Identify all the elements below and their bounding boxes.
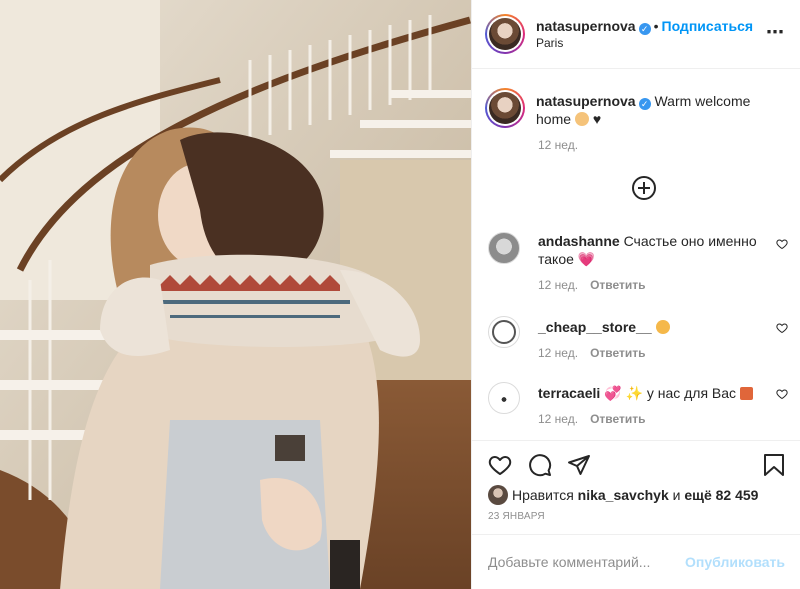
caption-text-block: natasupernova ✓ Warm welcome home ♥ [536, 92, 776, 128]
comment-input[interactable]: Добавьте комментарий... [488, 554, 650, 570]
author-avatar[interactable] [485, 14, 525, 54]
comment-item: andashanne Счастье оно именно такое 💗 12… [488, 232, 788, 292]
like-heart-icon[interactable] [488, 453, 512, 477]
comment-timestamp[interactable]: 12 нед. [538, 412, 578, 426]
sparkles-emoji-icon: ✨ [625, 385, 643, 401]
heart-eyes-emoji-icon [655, 320, 670, 334]
load-more-comments-plus-icon[interactable] [632, 176, 656, 200]
comment-body: _cheap__store__ [538, 318, 768, 336]
gem-heart-emoji-icon: 💞 [604, 385, 622, 401]
post-date[interactable]: 23 ЯНВАРЯ [488, 511, 545, 522]
separator-dot: • [653, 18, 659, 34]
verified-badge-icon: ✓ [638, 23, 651, 35]
likes-count[interactable]: ещё 82 459 [684, 487, 758, 503]
liker-username[interactable]: nika_savchyk [578, 487, 669, 503]
comment-body: terracaeli 💞 ✨ у нас для Вас [538, 384, 768, 402]
comment-username[interactable]: terracaeli [538, 385, 600, 401]
caption-author-avatar[interactable] [485, 88, 525, 128]
comment-item: _cheap__store__ 12 нед. Ответить [488, 316, 788, 376]
like-comment-heart-icon[interactable] [776, 322, 788, 334]
comment-bubble-icon[interactable] [528, 453, 552, 477]
post-photo-illustration [0, 0, 471, 589]
caption-timestamp[interactable]: 12 нед. [538, 138, 578, 152]
comment-timestamp[interactable]: 12 нед. [538, 278, 578, 292]
reply-button[interactable]: Ответить [590, 278, 645, 292]
comment-body: andashanne Счастье оно именно такое 💗 [538, 232, 768, 268]
reply-button[interactable]: Ответить [590, 412, 645, 426]
caption-username[interactable]: natasupernova [536, 93, 636, 109]
comment-username[interactable]: andashanne [538, 233, 620, 249]
comment-meta: 12 нед. Ответить [538, 278, 646, 292]
liker-avatar[interactable] [488, 485, 508, 505]
post-sidebar: natasupernova ✓ • Подписаться Paris ⋯ natas… [471, 0, 800, 589]
commenter-avatar[interactable] [488, 316, 520, 348]
reply-button[interactable]: Ответить [590, 346, 645, 360]
likes-summary: Нравится nika_savchyk и ещё 82 459 [488, 485, 758, 505]
post-header: natasupernova ✓ • Подписаться Paris ⋯ [472, 0, 800, 69]
follow-button[interactable]: Подписаться [662, 18, 754, 34]
author-username[interactable]: natasupernova [536, 18, 636, 34]
comment-username[interactable]: _cheap__store__ [538, 319, 652, 335]
like-comment-heart-icon[interactable] [776, 388, 788, 400]
heart-emoji: ♥ [592, 111, 602, 127]
comment-meta: 12 нед. Ответить [538, 346, 646, 360]
share-send-icon[interactable] [567, 453, 591, 477]
comment-text: у нас для Вас [646, 385, 737, 401]
comment-item: terracaeli 💞 ✨ у нас для Вас 12 нед. Отве… [488, 382, 788, 442]
heart-pink-emoji-icon: 💗 [577, 251, 596, 267]
baby-face-emoji-icon [574, 112, 589, 126]
more-horizontal-icon[interactable]: ⋯ [766, 22, 785, 43]
commenter-avatar[interactable] [488, 232, 520, 264]
commenter-avatar[interactable] [488, 382, 520, 414]
gift-emoji-icon [739, 387, 753, 400]
likes-prefix: Нравится [512, 487, 578, 503]
post-photo[interactable] [0, 0, 471, 589]
like-comment-heart-icon[interactable] [776, 238, 788, 250]
comment-timestamp[interactable]: 12 нед. [538, 346, 578, 360]
save-bookmark-icon[interactable] [763, 453, 785, 477]
comment-meta: 12 нед. Ответить [538, 412, 646, 426]
likes-middle: и [668, 487, 685, 503]
publish-button[interactable]: Опубликовать [685, 554, 785, 570]
verified-badge-icon: ✓ [638, 98, 651, 110]
add-comment-bar: Добавьте комментарий... Опубликовать [472, 534, 800, 589]
location-link[interactable]: Paris [536, 36, 563, 50]
header-top-line: natasupernova ✓ • Подписаться [536, 18, 753, 35]
